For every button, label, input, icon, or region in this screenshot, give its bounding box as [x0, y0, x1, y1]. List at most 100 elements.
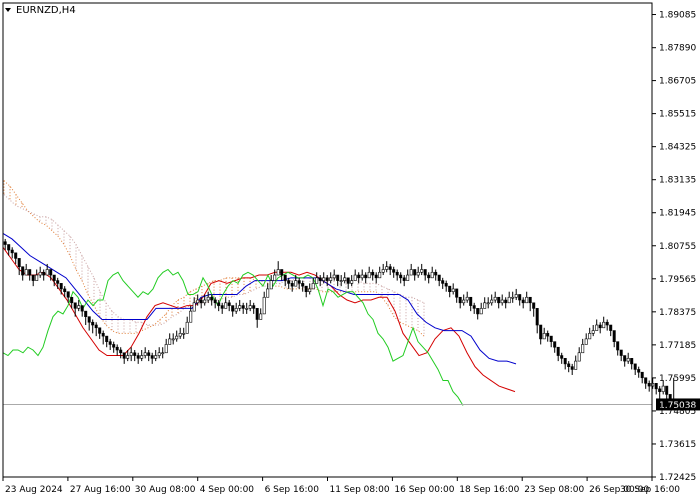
- candle-bear: [147, 352, 151, 356]
- candle-bear: [52, 274, 56, 281]
- time-tick-label: 18 Sep 16:00: [459, 485, 519, 495]
- candle-bull: [490, 299, 494, 304]
- candle-bear: [112, 344, 116, 348]
- candle-bull: [350, 280, 354, 284]
- candle-bear: [98, 327, 102, 334]
- candle-bear: [402, 277, 406, 281]
- candle-bull: [626, 358, 630, 362]
- candle-bear: [115, 346, 119, 351]
- candle-bear: [654, 383, 658, 390]
- candle-bear: [108, 341, 112, 345]
- candle-bear: [570, 366, 574, 370]
- candle-bear: [14, 252, 18, 259]
- candle-bull: [269, 280, 273, 290]
- time-axis: 23 Aug 2024 27 Aug 16:00 30 Aug 08:00 4 Sep…: [2, 477, 680, 495]
- candle-bear: [553, 341, 557, 348]
- candle-bull: [175, 335, 179, 340]
- candle-bear: [395, 271, 399, 276]
- chevron-down-icon[interactable]: [5, 8, 11, 12]
- price-tick-label: 1.73615: [659, 440, 696, 450]
- candle-bear: [637, 369, 641, 373]
- candle-bear: [528, 296, 532, 304]
- candle-bear: [644, 377, 648, 384]
- candle-bull: [343, 277, 347, 281]
- candle-bull: [322, 277, 326, 281]
- candle-bull: [315, 277, 319, 284]
- candle-bull: [511, 296, 515, 299]
- candle-bear: [441, 280, 445, 284]
- candle-bear: [255, 308, 259, 320]
- candle-bear: [563, 358, 567, 365]
- candle-bear: [371, 271, 375, 276]
- senkou-span-b-line: [3, 194, 425, 326]
- candle-bear: [94, 324, 98, 329]
- candle-bull: [574, 360, 578, 370]
- ichimoku-price-chart: 1.75038 1.89085 1.87890 1.86705 1.85515 1.84…: [2, 2, 700, 495]
- candle-bull: [577, 352, 581, 362]
- candle-bear: [136, 355, 140, 359]
- candle-bear: [346, 277, 350, 284]
- candle-bull: [185, 321, 189, 334]
- candle-bull: [308, 288, 312, 293]
- symbol-timeframe-label: EURNZD,H4: [16, 5, 76, 16]
- candle-bear: [357, 274, 361, 279]
- candle-bear: [388, 266, 392, 270]
- candle-bear: [658, 388, 662, 392]
- candle-bull: [129, 352, 133, 356]
- candle-bull: [154, 355, 158, 359]
- candle-bear: [31, 274, 35, 281]
- candle-bull: [206, 296, 210, 301]
- candle-bear: [374, 274, 378, 279]
- candle-bear: [101, 333, 105, 337]
- candle-bear: [521, 299, 525, 304]
- candle-bear: [518, 294, 522, 301]
- candle-bull: [196, 299, 200, 304]
- candle-bull: [514, 294, 518, 298]
- candle-bull: [462, 299, 466, 304]
- candle-bear: [227, 302, 231, 306]
- candle-bull: [164, 344, 168, 354]
- candle-bear: [458, 296, 462, 304]
- candle-bull: [168, 338, 172, 345]
- candle-bear: [665, 385, 669, 395]
- candle-bull: [483, 302, 487, 309]
- candle-bull: [430, 271, 434, 279]
- candle-bear: [133, 352, 137, 356]
- candle-bull: [500, 299, 504, 304]
- candle-bear: [619, 349, 623, 356]
- candle-bull: [248, 305, 252, 309]
- price-tick-label: 1.89085: [659, 11, 696, 21]
- candle-bull: [479, 308, 483, 315]
- candle-bull: [266, 288, 270, 298]
- time-tick-label: 6 Sep 16:00: [265, 485, 320, 495]
- candle-bear: [318, 277, 322, 281]
- candle-bear: [325, 277, 329, 281]
- candle-bear: [497, 296, 501, 304]
- ichimoku-cloud: [3, 180, 425, 337]
- candle-bull: [339, 280, 343, 282]
- candle-bear: [220, 305, 224, 309]
- candle-bear: [605, 321, 609, 326]
- candle-bear: [336, 274, 340, 281]
- candle-bull: [493, 296, 497, 301]
- candle-bull: [420, 269, 424, 273]
- candle-bear: [633, 363, 637, 370]
- candle-bear: [556, 346, 560, 356]
- current-price-line-group: 1.75038: [3, 398, 700, 411]
- time-tick-label: 4 Sep 00:00: [200, 485, 255, 495]
- candle-bull: [238, 305, 242, 309]
- chart-header[interactable]: EURNZD,H4: [5, 5, 76, 16]
- candle-bull: [192, 302, 196, 312]
- candle-bear: [567, 363, 571, 367]
- price-tick-label: 1.75995: [659, 374, 696, 384]
- candle-bull: [77, 305, 81, 309]
- candle-bear: [609, 324, 613, 331]
- candle-bull: [451, 288, 455, 293]
- candle-bear: [42, 271, 46, 276]
- candle-bear: [122, 352, 126, 359]
- candle-bull: [161, 352, 165, 355]
- candle-bear: [427, 274, 431, 279]
- candle-bear: [444, 283, 448, 287]
- candle-bull: [245, 308, 249, 310]
- price-tick-label: 1.77185: [659, 341, 696, 351]
